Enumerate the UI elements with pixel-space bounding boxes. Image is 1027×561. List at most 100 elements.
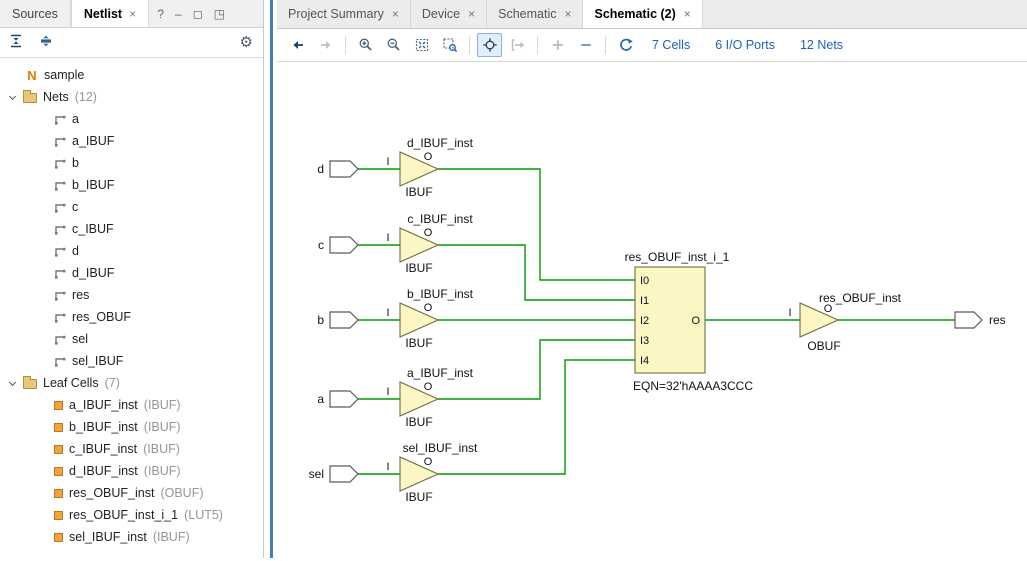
pin-label-i4: I4 <box>640 355 649 367</box>
tree-group-nets[interactable]: Nets (12) <box>0 86 263 108</box>
zoom-fit-icon[interactable] <box>409 33 434 57</box>
input-port-d[interactable]: d <box>317 161 358 177</box>
close-icon[interactable]: × <box>392 7 399 21</box>
net-icon <box>54 289 66 301</box>
ibuf-gate-a[interactable]: I O a_IBUF_inst IBUF <box>386 366 473 429</box>
chevron-down-icon[interactable] <box>9 378 16 385</box>
input-port-b[interactable]: b <box>317 312 358 328</box>
net-item[interactable]: sel_IBUF <box>0 350 263 372</box>
tab-netlist-label: Netlist <box>84 7 122 21</box>
float-icon[interactable]: ◻ <box>193 7 203 21</box>
chevron-down-icon[interactable] <box>9 92 16 99</box>
expand-plus-icon[interactable] <box>545 33 570 57</box>
toolbar-separator <box>537 36 538 54</box>
cell-icon <box>54 401 63 410</box>
tab-schematic-2[interactable]: Schematic (2) × <box>583 0 702 28</box>
input-port-sel[interactable]: sel <box>309 466 358 482</box>
net-item[interactable]: res_OBUF <box>0 306 263 328</box>
net-item[interactable]: a_IBUF <box>0 130 263 152</box>
net-icon <box>54 179 66 191</box>
close-icon[interactable]: × <box>564 7 571 21</box>
back-arrow-icon[interactable] <box>285 33 310 57</box>
close-icon[interactable]: × <box>129 7 136 21</box>
net-icon <box>54 267 66 279</box>
output-port-res[interactable]: res <box>955 312 1006 328</box>
net-label: d <box>72 244 79 258</box>
tab-schematic[interactable]: Schematic × <box>487 0 583 28</box>
net-label: sel <box>72 332 88 346</box>
cell-item[interactable]: a_IBUF_inst(IBUF) <box>0 394 263 416</box>
cell-type: (IBUF) <box>143 442 180 456</box>
cell-item[interactable]: c_IBUF_inst (IBUF) <box>0 438 263 460</box>
net-item[interactable]: d_IBUF <box>0 262 263 284</box>
zoom-selection-icon[interactable] <box>437 33 462 57</box>
netlist-tree: N sample Nets (12) a a_IBUF b b_IBUF c c… <box>0 58 263 548</box>
net-item[interactable]: a <box>0 108 263 130</box>
lut5-gate[interactable]: res_OBUF_inst_i_1 I0 I1 I2 I3 I4 O EQN=3… <box>625 250 754 393</box>
pin-label-in: I <box>386 386 389 398</box>
tree-root-label: sample <box>44 68 84 82</box>
cell-item[interactable]: res_OBUF_inst_i_1(LUT5) <box>0 504 263 526</box>
collapse-minus-icon[interactable] <box>573 33 598 57</box>
close-icon[interactable]: × <box>468 7 475 21</box>
cell-item[interactable]: d_IBUF_inst(IBUF) <box>0 460 263 482</box>
net-item[interactable]: c_IBUF <box>0 218 263 240</box>
tab-project-summary[interactable]: Project Summary × <box>277 0 411 28</box>
net-label: res <box>72 288 89 302</box>
maximize-icon[interactable]: ◳ <box>214 7 225 21</box>
cell-type-label: IBUF <box>405 490 432 504</box>
net-label: sel_IBUF <box>72 354 123 368</box>
panel-window-controls: ? – ◻ ◳ <box>157 0 225 28</box>
forward-arrow-icon[interactable] <box>313 33 338 57</box>
net-item[interactable]: b_IBUF <box>0 174 263 196</box>
net-item[interactable]: sel <box>0 328 263 350</box>
cell-type: (IBUF) <box>144 420 181 434</box>
tab-sources[interactable]: Sources <box>0 0 71 27</box>
expand-cone-icon[interactable] <box>505 33 530 57</box>
nets-group-count: (12) <box>75 90 97 104</box>
cell-item[interactable]: sel_IBUF_inst(IBUF) <box>0 526 263 548</box>
zoom-in-icon[interactable] <box>353 33 378 57</box>
input-port-c[interactable]: c <box>318 237 358 253</box>
cell-item[interactable]: res_OBUF_inst(OBUF) <box>0 482 263 504</box>
obuf-gate[interactable]: I O res_OBUF_inst OBUF <box>788 291 901 353</box>
autofit-selection-icon[interactable] <box>477 33 502 57</box>
cell-type: (IBUF) <box>144 398 181 412</box>
nets-group-label: Nets <box>43 90 69 104</box>
cell-label: b_IBUF_inst <box>69 420 138 434</box>
tree-group-leaf-cells[interactable]: Leaf Cells (7) <box>0 372 263 394</box>
net-item[interactable]: d <box>0 240 263 262</box>
minimize-icon[interactable]: – <box>175 7 182 21</box>
tab-label: Schematic <box>498 7 556 21</box>
instance-label: d_IBUF_inst <box>407 136 474 150</box>
ibuf-gate-c[interactable]: I O c_IBUF_inst IBUF <box>386 212 473 275</box>
cells-count-link[interactable]: 7 Cells <box>652 38 690 52</box>
cell-type: (IBUF) <box>153 530 190 544</box>
input-port-a[interactable]: a <box>317 391 358 407</box>
tab-device[interactable]: Device × <box>411 0 487 28</box>
settings-gear-icon[interactable]: ⚙ <box>240 35 253 50</box>
ibuf-gate-b[interactable]: I O b_IBUF_inst IBUF <box>386 287 473 350</box>
cell-label: c_IBUF_inst <box>69 442 137 456</box>
nets-count-link[interactable]: 12 Nets <box>800 38 843 52</box>
schematic-canvas[interactable]: d c b a sel I O <box>277 62 1027 558</box>
zoom-out-icon[interactable] <box>381 33 406 57</box>
expand-all-icon[interactable] <box>38 33 54 52</box>
cell-type-label: IBUF <box>405 336 432 350</box>
close-icon[interactable]: × <box>684 7 691 21</box>
tree-root-sample[interactable]: N sample <box>0 64 263 86</box>
collapse-all-icon[interactable] <box>8 33 24 52</box>
help-icon[interactable]: ? <box>157 7 164 21</box>
cell-item[interactable]: b_IBUF_inst (IBUF) <box>0 416 263 438</box>
io-ports-count-link[interactable]: 6 I/O Ports <box>715 38 775 52</box>
net-item[interactable]: res <box>0 284 263 306</box>
tab-netlist[interactable]: Netlist × <box>71 0 149 27</box>
ibuf-gate-sel[interactable]: I O sel_IBUF_inst IBUF <box>386 441 478 504</box>
panel-splitter[interactable] <box>270 0 273 558</box>
regenerate-refresh-icon[interactable] <box>613 33 638 57</box>
net-item[interactable]: c <box>0 196 263 218</box>
ibuf-gate-d[interactable]: I O d_IBUF_inst IBUF <box>386 136 473 199</box>
net-item[interactable]: b <box>0 152 263 174</box>
toolbar-separator <box>345 36 346 54</box>
net-icon <box>54 355 66 367</box>
